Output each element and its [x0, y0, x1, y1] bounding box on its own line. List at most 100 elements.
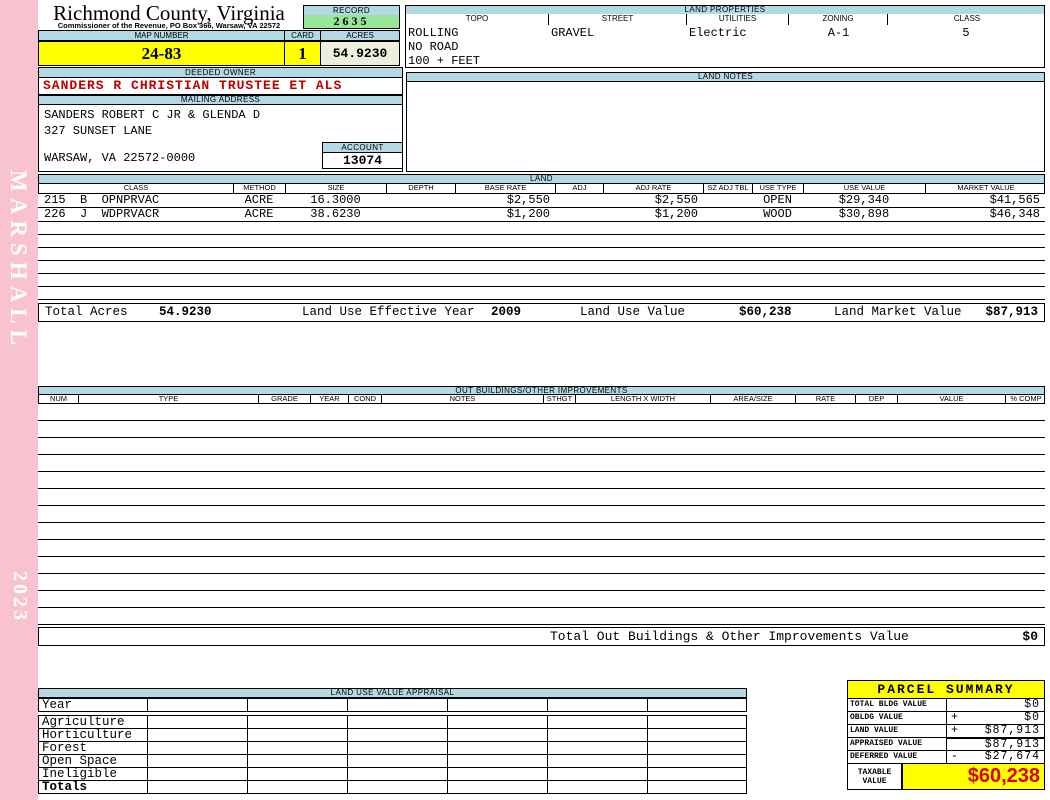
- appraisal-row: Horticulture: [38, 728, 747, 742]
- mailing-address-header: MAILING ADDRESS: [38, 95, 403, 105]
- land-use-appraisal-header: LAND USE VALUE APPRAISAL: [38, 688, 747, 698]
- acres-value: 54.9230: [321, 41, 400, 66]
- land-market-value-cell: $41,565: [989, 194, 1040, 207]
- land-totals-row: Total Acres 54.9230 Land Use Effective Y…: [38, 303, 1045, 322]
- land-class-cell: 215 B OPNPRVAC: [44, 194, 160, 207]
- land-market-value: $87,913: [985, 305, 1038, 319]
- appraisal-row: Forest: [38, 741, 747, 755]
- land-adj-cell: [555, 208, 603, 221]
- effective-year-label: Land Use Effective Year: [302, 305, 475, 319]
- year-vertical-text: 2023: [9, 571, 31, 623]
- parcel-summary: PARCEL SUMMARY TOTAL BLDG VALUE $0 OBLDG…: [847, 680, 1045, 790]
- ps-label: APPRAISED VALUE: [847, 737, 947, 751]
- land-empty-row: [38, 287, 1045, 300]
- land-use-value-cell: $29,340: [838, 194, 890, 207]
- vendor-vertical-text: MARSHALL: [6, 170, 31, 351]
- deeded-owner-header: DEEDED OWNER: [38, 67, 403, 78]
- ob-empty-row: [38, 455, 1045, 472]
- land-empty-row: [38, 235, 1045, 248]
- land-notes-box: [406, 82, 1045, 172]
- ob-col-pct-comp: % COMP: [1010, 395, 1042, 403]
- col-class: CLASS: [953, 14, 981, 23]
- appraisal-row-label: Horticulture: [39, 729, 148, 741]
- land-table-row: 215 B OPNPRVAC ACRE 16.3000 $2,550 $2,55…: [38, 194, 1045, 208]
- appraisal-year-row: Year: [38, 698, 747, 712]
- land-sz-adj-cell: [703, 208, 752, 221]
- ob-empty-row: [38, 489, 1045, 506]
- appraisal-row-label: Ineligible: [39, 768, 148, 780]
- appraisal-row-label: Forest: [39, 742, 148, 754]
- appraisal-row: Open Space: [38, 754, 747, 768]
- ob-col-notes: NOTES: [382, 395, 544, 403]
- total-acres-label: Total Acres: [45, 305, 128, 319]
- map-number-header: MAP NUMBER: [38, 30, 285, 41]
- zoning-value: A-1: [827, 26, 850, 40]
- appraisal-row-label: Year: [39, 699, 148, 711]
- ps-value: + $87,913: [947, 724, 1045, 738]
- map-card-acres-values: 24-83 1 54.9230: [38, 41, 400, 66]
- ob-col-grade: GRADE: [259, 395, 311, 403]
- land-sz-adj-cell: [703, 194, 752, 207]
- ob-empty-row: [38, 421, 1045, 438]
- land-adj-cell: [555, 194, 603, 207]
- appraisal-row-label: Totals: [39, 781, 148, 793]
- parcel-summary-row: LAND VALUE + $87,913: [847, 724, 1045, 738]
- ob-empty-row: [38, 540, 1045, 557]
- land-col-sz-adj-tbl: SZ ADJ TBL: [704, 184, 753, 193]
- ps-value: + $0: [947, 711, 1045, 725]
- topo-value-1: ROLLING: [408, 26, 459, 40]
- ob-col-cond: COND: [349, 395, 382, 403]
- land-base-rate-cell: $1,200: [506, 208, 550, 221]
- address-line-3: WARSAW, VA 22572-0000: [44, 151, 196, 165]
- land-col-depth: DEPTH: [387, 184, 456, 193]
- land-col-use-type: USE TYPE: [753, 184, 804, 193]
- ob-col-dep: DEP: [856, 395, 898, 403]
- acres-header: ACRES: [321, 30, 400, 41]
- col-topo: TOPO: [406, 14, 549, 25]
- land-size-cell: 16.3000: [310, 194, 361, 207]
- land-notes-header: LAND NOTES: [406, 72, 1045, 82]
- land-empty-row: [38, 222, 1045, 235]
- land-use-value: $60,238: [739, 305, 792, 319]
- land-empty-row: [38, 261, 1045, 274]
- ob-empty-row: [38, 591, 1045, 608]
- land-col-adj: ADJ: [556, 184, 604, 193]
- account-header: ACCOUNT: [322, 142, 403, 153]
- total-acres-value: 54.9230: [159, 305, 212, 319]
- land-base-rate-cell: $2,550: [506, 194, 550, 207]
- land-class-cell: 226 J WDPRVACR: [44, 208, 160, 221]
- out-buildings-column-headers: NUM TYPE GRADE YEAR COND NOTES STHGT LEN…: [38, 395, 1045, 404]
- ps-value: - $27,674: [947, 750, 1045, 764]
- land-properties-values: ROLLING NO ROAD 100 + FEET GRAVEL Electr…: [405, 25, 1045, 68]
- land-col-market-value: MARKET VALUE: [957, 183, 1015, 192]
- out-buildings-header: OUT BUILDINGS/OTHER IMPROVEMENTS: [38, 386, 1045, 395]
- topo-value-2: NO ROAD: [408, 40, 459, 54]
- utilities-value: Electric: [689, 26, 747, 40]
- land-depth-cell: [386, 194, 455, 207]
- topo-value-3: 100 + FEET: [408, 54, 481, 68]
- ps-label: DEFERRED VALUE: [847, 750, 947, 764]
- land-depth-cell: [386, 208, 455, 221]
- street-value: GRAVEL: [551, 26, 595, 40]
- ob-empty-row: [38, 438, 1045, 455]
- ps-label: TOTAL BLDG VALUE: [847, 698, 947, 712]
- land-col-class: CLASS: [39, 184, 234, 193]
- col-utilities: UTILITIES: [687, 14, 789, 25]
- col-street: STREET: [549, 14, 687, 25]
- land-method-cell: ACRE: [244, 208, 274, 221]
- parcel-summary-title: PARCEL SUMMARY: [847, 680, 1045, 699]
- appraisal-row-label: Open Space: [39, 755, 148, 767]
- land-col-size: SIZE: [286, 184, 387, 193]
- land-column-headers: CLASS METHOD SIZE DEPTH BASE RATE ADJ AD…: [38, 184, 1045, 194]
- map-number-value: 24-83: [38, 41, 285, 66]
- col-zoning: ZONING: [789, 14, 888, 25]
- land-use-value-label: Land Use Value: [580, 305, 686, 319]
- ob-col-value: VALUE: [898, 395, 1006, 403]
- ob-col-area-size: AREA/SIZE: [711, 395, 796, 403]
- ob-empty-row: [38, 506, 1045, 523]
- ob-empty-row: [38, 523, 1045, 540]
- ob-empty-row: [38, 557, 1045, 574]
- land-empty-row: [38, 248, 1045, 261]
- account-number-value: 13074: [322, 153, 403, 169]
- appraisal-row: Totals: [38, 780, 747, 794]
